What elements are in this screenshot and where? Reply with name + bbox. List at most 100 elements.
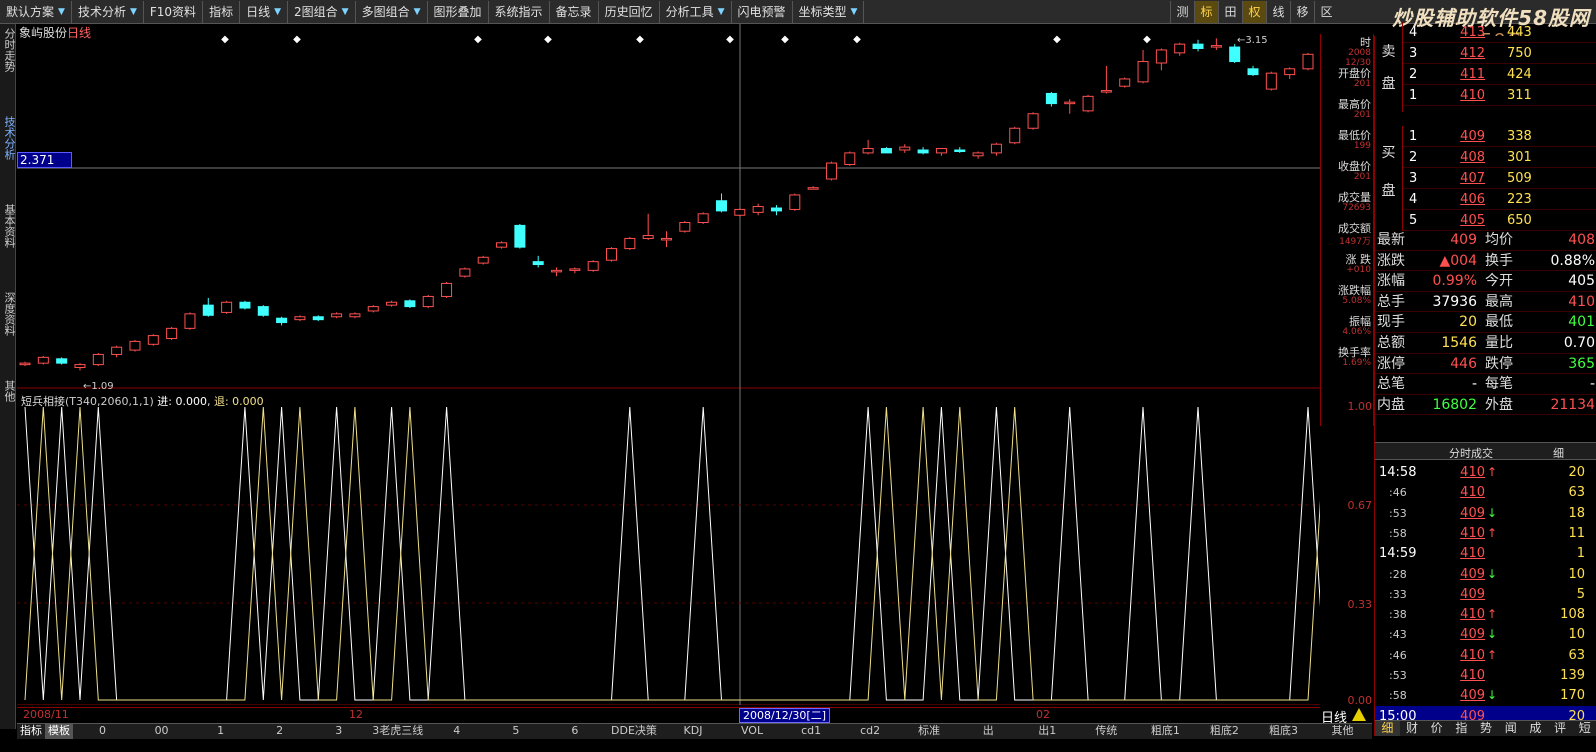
dropdown-arrow-icon[interactable]: ▼ (130, 1, 137, 23)
indicator-tab[interactable]: 粗底3 (1254, 724, 1313, 739)
indicator-tab[interactable]: 标准 (900, 724, 959, 739)
toolbar-item[interactable]: 指标 (203, 0, 241, 23)
indicator-tab[interactable]: KDJ (663, 724, 722, 739)
toolbar-item[interactable]: 备忘录 (550, 0, 599, 23)
toolbar-item[interactable]: 历史回忆 (599, 0, 660, 23)
tick-row[interactable]: :33 409 5 (1375, 584, 1596, 605)
toolbar-toggle-button[interactable]: 移 (1290, 1, 1314, 23)
toolbar-item[interactable]: F10资料 (144, 0, 204, 23)
toolbar-item[interactable]: 分析工具 ▼ (660, 0, 732, 23)
indicator-tab[interactable]: VOL (723, 724, 782, 739)
tick-row[interactable]: :38 410 ↑ 108 (1375, 604, 1596, 625)
dropdown-arrow-icon[interactable]: ▼ (414, 1, 421, 23)
indicator-tab[interactable]: 5 (486, 724, 545, 739)
ask-row[interactable]: 2 411 424 (1403, 64, 1596, 85)
toolbar-toggle-button[interactable]: 线 (1266, 1, 1290, 23)
indicator-tab[interactable]: cd1 (782, 724, 841, 739)
indicator-tab[interactable]: 3老虎三线 (368, 724, 427, 739)
toolbar-item[interactable]: 图形叠加 (428, 0, 489, 23)
bid-row[interactable]: 2 408 301 (1403, 147, 1596, 168)
toolbar-item[interactable]: 坐标类型 ▼ (793, 0, 865, 23)
indicator-tab[interactable]: 粗底2 (1195, 724, 1254, 739)
indicator-tab[interactable]: 出 (959, 724, 1018, 739)
tick-row[interactable]: :46 410 ↑ 63 (1375, 645, 1596, 666)
right-tab[interactable]: 闻 (1498, 721, 1523, 736)
left-tab[interactable]: 分时走势 (1, 28, 16, 72)
chart-area[interactable]: ◆ ◆ ◆ ◆ ◆ ◆ ◆ ◆ ◆ ◆ ←3.15 ←1.09 象屿股份日线 2.371 短兵相接(T… (17, 24, 1320, 705)
toolbar-item[interactable]: 技术分析 ▼ (72, 0, 144, 23)
period-triangle-icon[interactable] (1352, 708, 1366, 721)
tick-row[interactable]: :43 409 ↓ 10 (1375, 624, 1596, 645)
bid-price[interactable]: 407 (1445, 168, 1485, 189)
ask-price[interactable]: 411 (1445, 64, 1485, 85)
ask-price[interactable]: 413 (1445, 22, 1485, 43)
toolbar-toggle-button[interactable]: 标 (1194, 1, 1218, 23)
right-tab[interactable]: 财 (1400, 721, 1425, 736)
toolbar-item[interactable]: 2图组合 ▼ (288, 0, 356, 23)
indicator-tab[interactable]: 2 (250, 724, 309, 739)
right-tab[interactable]: 势 (1474, 721, 1499, 736)
dropdown-arrow-icon[interactable]: ▼ (342, 1, 349, 23)
bid-price[interactable]: 408 (1445, 147, 1485, 168)
tick-row[interactable]: 14:59 410 1 (1375, 543, 1596, 564)
toolbar-toggle-button[interactable]: 田 (1218, 1, 1242, 23)
left-tab[interactable]: 其他 (1, 380, 16, 402)
ask-row[interactable]: 1 410 311 (1403, 85, 1596, 106)
bid-row[interactable]: 1 409 338 (1403, 126, 1596, 147)
tick-row[interactable]: :53 410 139 (1375, 665, 1596, 686)
indicator-tab[interactable]: 传统 (1077, 724, 1136, 739)
indicator-tab[interactable]: 00 (132, 724, 191, 739)
toolbar-item[interactable]: 闪电预警 (732, 0, 793, 23)
ask-price[interactable]: 412 (1445, 43, 1485, 64)
toolbar-toggle-button[interactable]: 区 (1314, 1, 1338, 23)
tick-row[interactable]: :46 410 63 (1375, 482, 1596, 503)
right-tab[interactable]: 价 (1424, 721, 1449, 736)
bid-row[interactable]: 3 407 509 (1403, 168, 1596, 189)
tick-row[interactable]: 14:58 410 ↑ 20 (1375, 462, 1596, 483)
chart-svg[interactable]: ◆ ◆ ◆ ◆ ◆ ◆ ◆ ◆ ◆ ◆ ←3.15 ←1.09 (17, 24, 1320, 705)
ask-row[interactable]: 3 412 750 (1403, 43, 1596, 64)
indicator-tab[interactable]: 出1 (1018, 724, 1077, 739)
indicator-tab[interactable]: 1 (191, 724, 250, 739)
bid-price[interactable]: 406 (1445, 189, 1485, 210)
indicator-tab[interactable]: 其他 (1313, 724, 1372, 739)
indicator-tab[interactable]: 粗底1 (1136, 724, 1195, 739)
left-tab[interactable]: 深度资料 (1, 292, 16, 336)
ask-price[interactable]: 410 (1445, 85, 1485, 106)
toolbar-item[interactable]: 默认方案 ▼ (0, 0, 72, 23)
indicator-tab[interactable]: 模板 (45, 724, 73, 739)
left-tab[interactable]: 技术分析 (1, 116, 16, 160)
tick-row[interactable]: :28 409 ↓ 10 (1375, 564, 1596, 585)
bid-price[interactable]: 409 (1445, 126, 1485, 147)
toolbar-toggle-button[interactable]: 权 (1242, 1, 1266, 23)
right-tab[interactable]: 指 (1449, 721, 1474, 736)
toolbar-item[interactable]: 日线 ▼ (240, 0, 289, 23)
indicator-tab[interactable]: cd2 (841, 724, 900, 739)
dropdown-arrow-icon[interactable]: ▼ (718, 1, 725, 23)
toolbar-item[interactable]: 系统指示 (489, 0, 550, 23)
ticks-detail-button[interactable]: 细 (1553, 445, 1564, 461)
tick-row[interactable]: :58 410 ↑ 11 (1375, 523, 1596, 544)
indicator-tab[interactable]: 0 (73, 724, 132, 739)
ask-row[interactable]: 4 413 443 (1403, 22, 1596, 43)
toolbar-item[interactable]: 多图组合 ▼ (356, 0, 428, 23)
indicator-tab[interactable]: 指标 (17, 724, 45, 739)
tick-row[interactable]: :58 409 ↓ 170 (1375, 685, 1596, 706)
dropdown-arrow-icon[interactable]: ▼ (58, 1, 65, 23)
indicator-tab[interactable]: DDE决策 (604, 724, 663, 739)
bid-row[interactable]: 4 406 223 (1403, 189, 1596, 210)
dropdown-arrow-icon[interactable]: ▼ (274, 1, 281, 23)
right-tab[interactable]: 评 (1548, 721, 1573, 736)
indicator-tab[interactable]: 4 (427, 724, 486, 739)
right-tab[interactable]: 细 (1375, 721, 1400, 736)
indicator-tab[interactable]: 3 (309, 724, 368, 739)
right-tab[interactable]: 成 (1523, 721, 1548, 736)
indicator-tab[interactable]: 6 (545, 724, 604, 739)
tick-row[interactable]: :53 409 ↓ 18 (1375, 503, 1596, 524)
dropdown-arrow-icon[interactable]: ▼ (851, 1, 858, 23)
bid-price[interactable]: 405 (1445, 210, 1485, 231)
right-tab[interactable]: 短 (1572, 721, 1596, 736)
bid-row[interactable]: 5 405 650 (1403, 210, 1596, 231)
toolbar-toggle-button[interactable]: 测 (1170, 1, 1194, 23)
left-tab[interactable]: 基本资料 (1, 204, 16, 248)
